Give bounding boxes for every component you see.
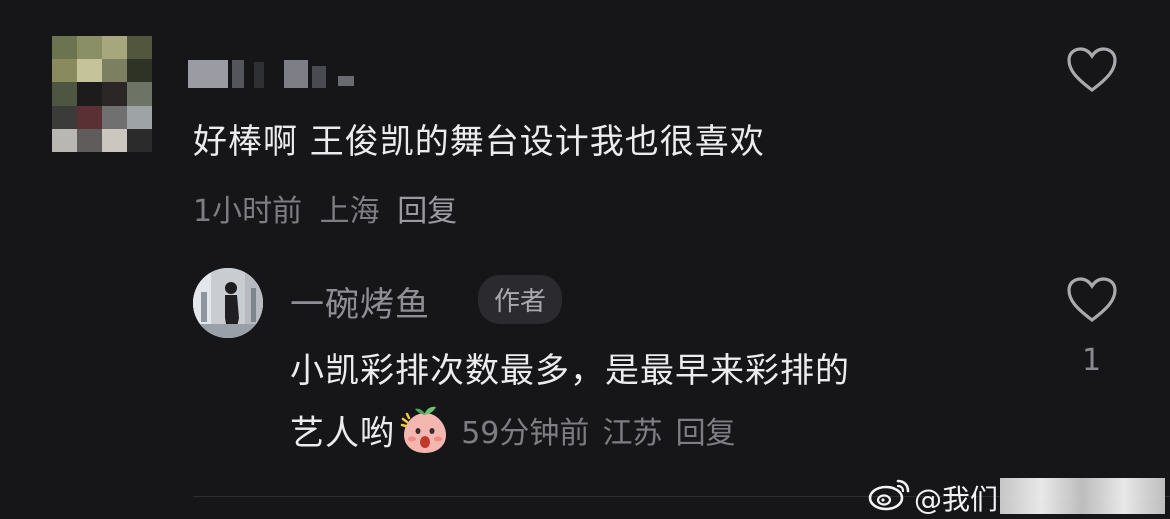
reply-text-line1: 小凯彩排次数最多，是最早来彩排的 <box>290 351 850 391</box>
reply-location: 江苏 <box>602 416 663 451</box>
comment-text: 好棒啊 王俊凯的舞台设计我也很喜欢 <box>193 122 765 162</box>
reply-time: 59分钟前 <box>461 416 590 451</box>
reply-avatar[interactable] <box>193 268 263 338</box>
author-badge: 作者 <box>478 275 563 324</box>
heart-icon[interactable] <box>1066 276 1118 324</box>
like-count: 1 <box>1082 343 1102 378</box>
reply-text-line2-row: 艺人哟 59分钟前 江苏 回复 <box>290 405 736 455</box>
reply-username[interactable]: 一碗烤鱼 <box>290 277 430 326</box>
watermark-text: @我们 <box>914 483 999 516</box>
surprised-peach-sticker-icon <box>400 406 447 453</box>
comment-meta: 1小时前 上海 回复 <box>193 186 457 230</box>
heart-icon[interactable] <box>1066 46 1118 94</box>
commenter-avatar[interactable] <box>52 36 152 152</box>
comment-reply-button[interactable]: 回复 <box>397 194 457 229</box>
comment-time: 1小时前 <box>193 194 303 229</box>
photo-avatar-icon <box>193 268 263 338</box>
reply-text-line2: 艺人哟 <box>290 413 395 454</box>
weibo-logo-icon <box>868 479 910 511</box>
watermark-blur <box>1000 478 1165 514</box>
blurred-username[interactable] <box>188 56 368 90</box>
comment-location: 上海 <box>319 194 380 229</box>
reply-reply-button[interactable]: 回复 <box>676 416 736 451</box>
